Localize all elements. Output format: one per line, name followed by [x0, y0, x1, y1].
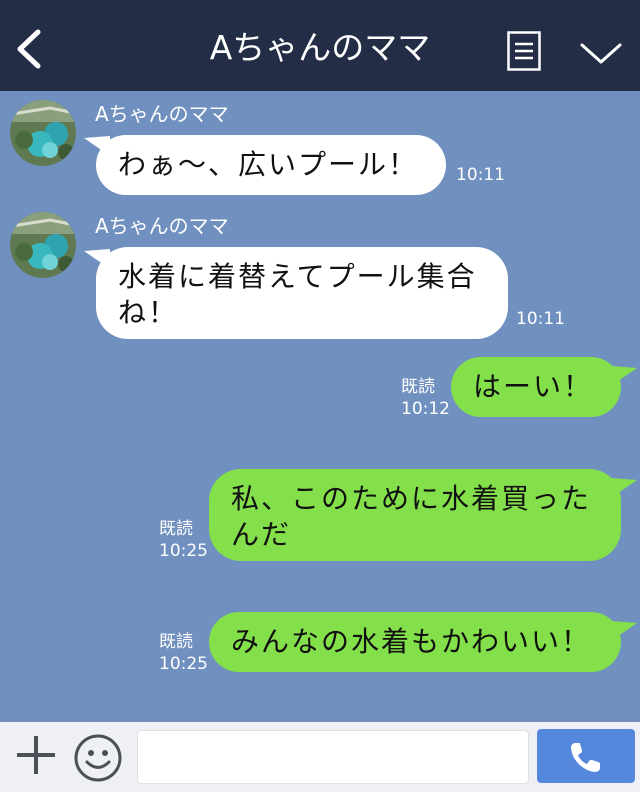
bubble-tail	[611, 478, 637, 498]
message-text: みんなの水着もかわいい！	[231, 625, 592, 658]
message-bubble[interactable]: 水着に着替えてプール集合 ね！	[96, 247, 508, 339]
message-time: 10:11	[456, 165, 505, 185]
call-button[interactable]	[537, 729, 635, 783]
message-text-line: 私、このために水着買った	[231, 482, 592, 515]
memo-icon	[507, 31, 541, 71]
message-time: 10:25	[159, 654, 208, 674]
read-receipt: 既読 10:12	[401, 376, 450, 420]
read-receipt: 既読 10:25	[159, 518, 208, 562]
sender-name: Aちゃんのママ	[95, 102, 229, 126]
message-text: わぁ〜、広いプール！	[118, 148, 419, 181]
message-text-line: 水着に着替えてプール集合	[118, 260, 477, 293]
message-bubble[interactable]: わぁ〜、広いプール！	[96, 135, 446, 195]
read-label: 既読	[159, 632, 193, 652]
sender-name: Aちゃんのママ	[95, 214, 229, 238]
add-button[interactable]	[14, 733, 58, 777]
avatar[interactable]	[10, 212, 76, 278]
message-bubble[interactable]: みんなの水着もかわいい！	[209, 612, 621, 672]
phone-icon	[571, 743, 600, 772]
message-text: はーい！	[473, 370, 594, 403]
read-label: 既読	[159, 519, 193, 539]
message-input[interactable]	[137, 730, 529, 784]
message-text-line: んだ	[231, 518, 292, 551]
chat-title: Aちゃんのママ	[209, 28, 431, 67]
back-button[interactable]	[10, 26, 50, 70]
avatar-photo	[10, 100, 76, 166]
emoji-icon	[74, 734, 122, 782]
message-text-line: ね！	[118, 296, 179, 329]
avatar-photo	[10, 212, 76, 278]
avatar[interactable]	[10, 100, 76, 166]
message-time: 10:11	[516, 309, 565, 329]
bubble-tail	[611, 621, 637, 641]
message-bubble[interactable]: はーい！	[451, 357, 621, 417]
menu-toggle-button[interactable]	[578, 36, 624, 70]
read-receipt: 既読 10:25	[159, 631, 208, 675]
chat-header: Aちゃんのママ	[0, 0, 640, 91]
message-time: 10:12	[401, 399, 450, 419]
memo-button[interactable]	[507, 31, 541, 71]
read-label: 既読	[401, 377, 435, 397]
chevron-down-icon	[580, 43, 622, 64]
emoji-button[interactable]	[73, 733, 123, 783]
message-time: 10:25	[159, 541, 208, 561]
back-icon	[17, 29, 41, 69]
bubble-tail	[611, 366, 637, 386]
plus-icon	[17, 736, 55, 774]
message-bubble[interactable]: 私、このために水着買った んだ	[209, 469, 621, 561]
